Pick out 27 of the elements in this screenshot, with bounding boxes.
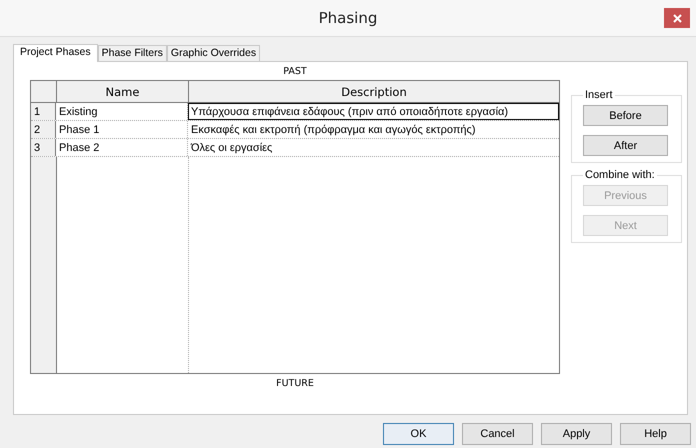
group-title: Insert [584, 89, 614, 101]
table-cell[interactable]: Existing [56, 103, 188, 120]
close-button[interactable] [664, 8, 690, 28]
tab[interactable]: Graphic Overrides [166, 45, 260, 61]
table-cell[interactable]: Όλες οι εργασίες [188, 139, 559, 156]
table-cell[interactable]: Υπάρχουσα επιφάνεια εδάφους (πριν από οποιαδήποτε εργασία) [188, 103, 559, 120]
dialog-button[interactable]: Apply [541, 423, 612, 445]
dialog-button[interactable]: Help [620, 423, 691, 445]
row-header[interactable]: 1 [31, 103, 56, 120]
table-cell[interactable]: Phase 1 [56, 121, 188, 138]
dialog-button[interactable]: OK [383, 423, 454, 445]
past-label: PAST [283, 65, 307, 79]
dialog-button[interactable]: Cancel [462, 423, 533, 445]
tab[interactable]: Project Phases [13, 44, 98, 62]
tab[interactable]: Phase Filters [98, 45, 167, 61]
row-header[interactable]: 3 [31, 139, 56, 156]
row-header[interactable]: 2 [31, 121, 56, 138]
close-icon [672, 14, 682, 22]
group-title: Combine with: [584, 169, 656, 181]
window-title: Phasing [318, 9, 378, 27]
column-header[interactable]: Description [189, 81, 559, 102]
table-cell[interactable]: Εκσκαφές και εκτροπή (πρόφραγμα και αγωγός εκτροπής) [188, 121, 559, 138]
action-button[interactable]: After [583, 135, 668, 156]
column-header[interactable]: Name [57, 81, 189, 102]
action-button[interactable]: Before [583, 105, 668, 126]
table-cell[interactable]: Phase 2 [56, 139, 188, 156]
future-label: FUTURE [276, 377, 314, 391]
